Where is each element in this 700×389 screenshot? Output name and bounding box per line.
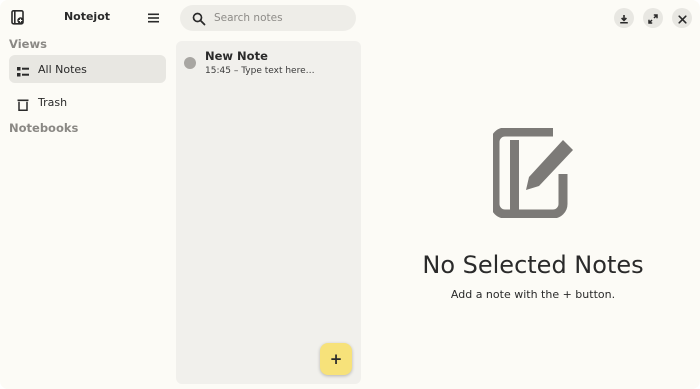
note-color-dot [184,57,196,69]
close-icon [677,9,687,28]
sidebar-header: Notejot [0,0,174,36]
close-button[interactable] [672,8,692,28]
note-preview: 15:45 – Type text here… [205,66,315,76]
sidebar-item-all-notes[interactable]: All Notes [9,55,166,83]
maximize-button[interactable] [643,8,663,28]
list-icon [17,63,29,77]
hamburger-menu-icon [147,8,159,27]
sidebar-item-trash[interactable]: Trash [9,88,166,116]
empty-state-title: No Selected Notes [422,251,644,279]
note-title: New Note [205,49,268,63]
note-separator: – [233,66,239,76]
notes-list: New Note 15:45 – Type text here… [176,41,361,384]
app-window: Notejot Views All Notes Trash Notebooks … [0,0,700,389]
add-note-button[interactable]: + [320,343,352,375]
note-time: 15:45 [205,66,231,76]
search-bar [180,5,356,31]
sidebar-item-label: Trash [38,96,68,109]
sidebar: Notejot Views All Notes Trash Notebooks [0,0,174,389]
trash-icon [17,96,29,111]
sidebar-item-label: All Notes [38,63,87,76]
export-button[interactable] [614,8,634,28]
notebooks-heading: Notebooks [9,121,79,135]
download-icon [619,9,629,28]
empty-state-subtitle: Add a note with the + button. [450,288,616,301]
views-heading: Views [9,37,47,51]
note-preview-text: Type text here… [241,66,315,76]
edit-note-icon [490,127,579,219]
list-item[interactable]: New Note 15:45 – Type text here… [176,41,361,83]
add-note-label: + [329,350,343,368]
search-input[interactable] [214,8,344,28]
main-menu-button[interactable] [145,9,161,25]
maximize-icon [648,9,658,28]
search-icon [192,11,206,26]
